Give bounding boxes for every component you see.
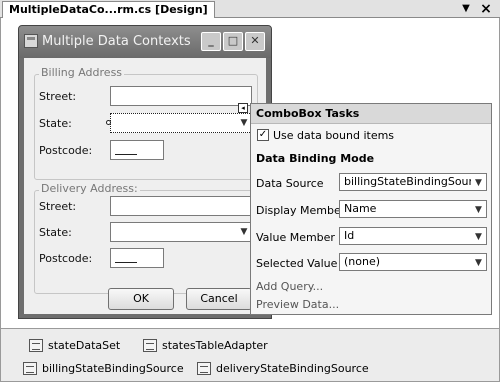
billing-postcode-input[interactable] xyxy=(110,140,164,160)
selected-value-combobox[interactable]: (none) ▼ xyxy=(339,253,487,271)
value-member-label: Value Member xyxy=(256,231,335,244)
binding-source-icon xyxy=(23,362,37,375)
delivery-state-label: State: xyxy=(39,226,72,239)
tray-item-states-table-adapter[interactable]: statesTableAdapter xyxy=(143,339,268,352)
close-icon[interactable]: × xyxy=(478,1,494,17)
delivery-postcode-input[interactable] xyxy=(110,248,164,268)
data-source-combobox[interactable]: billingStateBindingSource ▼ xyxy=(339,173,487,191)
delivery-postcode-label: Postcode: xyxy=(39,252,93,265)
tray-item-delivery-binding-source[interactable]: deliveryStateBindingSource xyxy=(197,362,369,375)
tasks-title: ComboBox Tasks xyxy=(256,107,360,120)
billing-state-label: State: xyxy=(39,117,72,130)
data-binding-mode-title: Data Binding Mode xyxy=(256,152,375,165)
cancel-button[interactable]: Cancel xyxy=(186,288,252,310)
add-query-link[interactable]: Add Query... xyxy=(256,280,323,293)
form-title: Multiple Data Contexts xyxy=(42,34,191,49)
form-icon xyxy=(24,34,38,48)
selected-value-label: Selected Value xyxy=(256,257,338,270)
display-member-combobox[interactable]: Name ▼ xyxy=(339,200,487,218)
chevron-down-icon[interactable]: ▼ xyxy=(471,174,486,190)
form-window[interactable]: Multiple Data Contexts _ □ ✕ Billing Add… xyxy=(18,25,272,319)
tray-item-state-dataset[interactable]: stateDataSet xyxy=(29,339,120,352)
chevron-down-icon[interactable]: ▼ xyxy=(237,223,251,241)
chevron-down-icon[interactable]: ▼ xyxy=(237,114,251,132)
selected-value-value: (none) xyxy=(344,255,381,268)
data-source-label: Data Source xyxy=(256,177,324,190)
tray-item-billing-binding-source[interactable]: billingStateBindingSource xyxy=(23,362,184,375)
close-icon[interactable]: ✕ xyxy=(245,32,265,51)
component-tray: stateDataSet statesTableAdapter billingS… xyxy=(0,328,500,382)
minimize-icon[interactable]: _ xyxy=(201,32,221,51)
billing-state-combobox[interactable]: ▼ xyxy=(110,113,252,133)
preview-data-link[interactable]: Preview Data... xyxy=(256,298,339,311)
document-tab[interactable]: MultipleDataCo...rm.cs [Design] xyxy=(2,1,215,19)
use-data-bound-label: Use data bound items xyxy=(273,129,395,142)
billing-address-legend: Billing Address xyxy=(39,66,125,79)
billing-street-input[interactable] xyxy=(110,86,252,106)
delivery-street-label: Street: xyxy=(39,200,77,213)
dataset-icon xyxy=(29,339,43,352)
billing-street-label: Street: xyxy=(39,90,77,103)
chevron-down-icon[interactable]: ▼ xyxy=(471,201,486,217)
billing-postcode-label: Postcode: xyxy=(39,144,93,157)
chevron-down-icon[interactable]: ▼ xyxy=(458,1,474,17)
maximize-icon[interactable]: □ xyxy=(223,32,243,51)
use-data-bound-checkbox[interactable]: ✓ xyxy=(257,129,269,141)
display-member-label: Display Member xyxy=(256,204,346,217)
selection-handle-icon[interactable] xyxy=(106,120,111,125)
value-member-combobox[interactable]: Id ▼ xyxy=(339,227,487,245)
chevron-down-icon[interactable]: ▼ xyxy=(471,254,486,270)
delivery-state-combobox[interactable]: ▼ xyxy=(110,222,252,242)
value-member-value: Id xyxy=(344,229,355,242)
binding-source-icon xyxy=(197,362,211,375)
delivery-address-legend: Delivery Address: xyxy=(39,182,140,195)
form-client-area: Billing Address Street: State: ▼ Postcod… xyxy=(24,58,266,314)
ok-button[interactable]: OK xyxy=(108,288,174,310)
tasks-header: ComboBox Tasks xyxy=(251,104,491,124)
combobox-tasks-panel: ComboBox Tasks ✓ Use data bound items Da… xyxy=(250,103,492,315)
chevron-down-icon[interactable]: ▼ xyxy=(471,228,486,244)
smart-tag-icon[interactable]: ◂ xyxy=(238,103,248,113)
data-source-value: billingStateBindingSource xyxy=(344,175,486,188)
display-member-value: Name xyxy=(344,202,377,215)
delivery-street-input[interactable] xyxy=(110,196,252,216)
table-adapter-icon xyxy=(143,339,157,352)
document-tab-strip: MultipleDataCo...rm.cs [Design] ▼ × xyxy=(0,0,500,19)
form-title-bar[interactable]: Multiple Data Contexts _ □ ✕ xyxy=(19,26,271,58)
